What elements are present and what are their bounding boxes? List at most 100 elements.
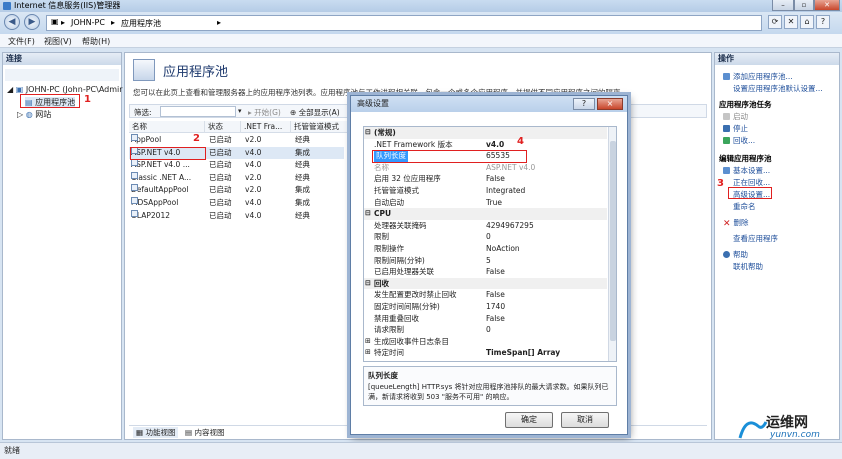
app-pool-icon (131, 159, 138, 167)
collapse-icon[interactable]: ⊟ (365, 127, 371, 139)
scroll-thumb[interactable] (610, 141, 616, 341)
property-row[interactable]: 名称 ASP.NET v4.0 (364, 162, 607, 174)
cell-name-text: MDSAppPool (131, 198, 179, 207)
property-row[interactable]: 自动启动 True (364, 197, 607, 209)
property-category[interactable]: ⊟ CPU (364, 208, 607, 220)
action-help[interactable]: 帮助 (723, 249, 748, 260)
app-pool-list: 名称 状态 .NET Fra... 托管管道模式 AppPool 已启动 v2.0 经… (129, 121, 349, 421)
action-recycle[interactable]: 回收... (723, 135, 755, 146)
table-row[interactable]: AppPool 已启动 v2.0 经典 (129, 134, 344, 146)
collapse-icon[interactable]: ⊟ (365, 208, 371, 220)
dialog-help-button[interactable]: ? (573, 98, 595, 110)
property-row[interactable]: 启用 32 位应用程序 False (364, 173, 607, 185)
table-row[interactable]: Classic .NET A... 已启动 v2.0 经典 (129, 171, 344, 184)
home-icon[interactable]: ⌂ (800, 15, 814, 29)
forward-button[interactable]: ▶ (24, 14, 40, 30)
expand-icon[interactable]: ⊞ (365, 347, 371, 359)
menu-view[interactable]: 视图(V) (44, 36, 72, 47)
table-row[interactable]: ASP.NET v4.0 ... 已启动 v4.0 经典 (129, 159, 344, 171)
title-bar: Internet 信息服务(IIS)管理器 – ▫ ✕ (0, 0, 842, 12)
action-set-defaults[interactable]: 设置应用程序池默认设置... (723, 83, 823, 94)
tab-content-view[interactable]: ▤ 内容视图 (185, 427, 224, 438)
property-row[interactable]: 限制操作 NoAction (364, 243, 607, 255)
cell-net: v2.0 (245, 184, 261, 196)
sites-icon: ◍ (25, 110, 33, 119)
dialog-close-button[interactable]: × (597, 98, 623, 110)
action-add-pool[interactable]: 添加应用程序池... (723, 71, 793, 82)
property-row[interactable]: 固定时间间隔(分钟) 1740 (364, 301, 607, 313)
minimize-button[interactable]: – (772, 0, 794, 11)
table-row[interactable]: OLAP2012 已启动 v4.0 经典 (129, 209, 344, 222)
property-category[interactable]: ⊟ (常规) (364, 127, 607, 139)
cell-mode-text: 经典 (295, 160, 310, 170)
cell-net-text: v4.0 (245, 160, 262, 170)
refresh-icon[interactable]: ⟳ (768, 15, 782, 29)
cell-mode-text: 经典 (295, 135, 310, 144)
property-value: ASP.NET v4.0 (486, 162, 536, 172)
action-basic-settings[interactable]: 基本设置... (723, 165, 770, 176)
property-row[interactable]: 禁用重叠回收 False (364, 313, 607, 325)
column-name[interactable]: 名称 (129, 121, 205, 133)
property-row[interactable]: 请求限制 0 (364, 324, 607, 336)
collapse-icon[interactable]: ◢ (7, 85, 13, 94)
expand-icon[interactable]: ⊞ (365, 336, 371, 348)
property-row[interactable]: 限制间隔(分钟) 5 (364, 255, 607, 267)
address-segment-app-pools[interactable]: 应用程序池 (121, 18, 161, 29)
property-row[interactable]: 限制 0 (364, 231, 607, 243)
action-start[interactable]: 启动 (723, 111, 748, 122)
server-icon: ▣ (15, 85, 24, 94)
action-stop[interactable]: 停止 (723, 123, 748, 134)
tab-features-view[interactable]: ▦ 功能视图 (133, 427, 179, 438)
property-key: 生成回收事件日志条目 (374, 336, 449, 346)
tree-server[interactable]: ◢ ▣ JOHN-PC (John-PC\Admir (7, 85, 123, 94)
table-row[interactable]: MDSAppPool 已启动 v4.0 集成 (129, 197, 344, 209)
tree-sites[interactable]: ▷ ◍ 网站 (17, 109, 51, 120)
start-filter-button[interactable]: ▸ 开始(G) (248, 107, 281, 118)
property-key: 已启用处理器关联 (374, 267, 434, 277)
action-rename[interactable]: 重命名 (723, 201, 756, 212)
property-category[interactable]: ⊟ 回收 (364, 277, 607, 290)
ok-button[interactable]: 确定 (505, 412, 553, 428)
property-row[interactable]: ⊞ 生成回收事件日志条目 (364, 336, 607, 348)
table-row[interactable]: DefaultAppPool 已启动 v2.0 集成 (129, 184, 344, 196)
add-icon (723, 73, 730, 80)
stop-icon[interactable]: ✕ (784, 15, 798, 29)
column-net-framework[interactable]: .NET Fra... (241, 121, 291, 133)
expand-icon[interactable]: ▷ (17, 110, 23, 119)
cell-net-text: v2.0 (245, 172, 262, 182)
annotation-1: 1 (84, 94, 91, 105)
property-value: NoAction (486, 244, 520, 253)
menu-help[interactable]: 帮助(H) (82, 36, 110, 47)
maximize-button[interactable]: ▫ (794, 0, 814, 11)
column-status[interactable]: 状态 (205, 121, 241, 133)
property-value: 4294967295 (486, 220, 534, 230)
action-online-help[interactable]: 联机帮助 (723, 261, 763, 272)
filter-input[interactable] (160, 106, 236, 117)
property-row[interactable]: 托管管道模式 Integrated (364, 185, 607, 197)
property-row[interactable]: 发生配置更改时禁止回收 False (364, 289, 607, 301)
help-icon[interactable]: ? (816, 15, 830, 29)
property-scrollbar[interactable] (608, 127, 616, 361)
cell-name: OLAP2012 (131, 209, 170, 222)
collapse-icon[interactable]: ⊟ (365, 278, 371, 290)
filter-dropdown-icon[interactable]: ▾ (238, 107, 242, 115)
cell-net-text: v2.0 (245, 135, 262, 144)
action-delete[interactable]: ✕ 删除 (723, 217, 749, 229)
property-row[interactable]: .NET Framework 版本 v4.0 (364, 139, 607, 151)
action-view-apps[interactable]: 查看应用程序 (723, 233, 778, 244)
column-pipeline[interactable]: 托管管道模式 (291, 121, 349, 133)
property-value: 0 (486, 325, 491, 335)
property-row[interactable]: 处理器关联掩码 4294967295 (364, 220, 607, 232)
property-key: 请求限制 (374, 325, 404, 335)
back-button[interactable]: ◀ (4, 14, 20, 30)
property-row[interactable]: 已启用处理器关联 False (364, 266, 607, 278)
address-field[interactable]: ▣ ▸ JOHN-PC ▸ 应用程序池 ▸ (46, 15, 762, 31)
address-segment-server[interactable]: JOHN-PC (71, 18, 105, 27)
cancel-button[interactable]: 取消 (561, 412, 609, 428)
show-all-button[interactable]: ⊕ 全部显示(A) (290, 107, 340, 118)
property-row[interactable]: ⊞ 特定时间 TimeSpan[] Array (364, 347, 607, 359)
menu-file[interactable]: 文件(F) (8, 36, 35, 47)
property-value: False (486, 267, 505, 277)
close-button[interactable]: ✕ (814, 0, 840, 11)
property-value: 1740 (486, 302, 506, 311)
